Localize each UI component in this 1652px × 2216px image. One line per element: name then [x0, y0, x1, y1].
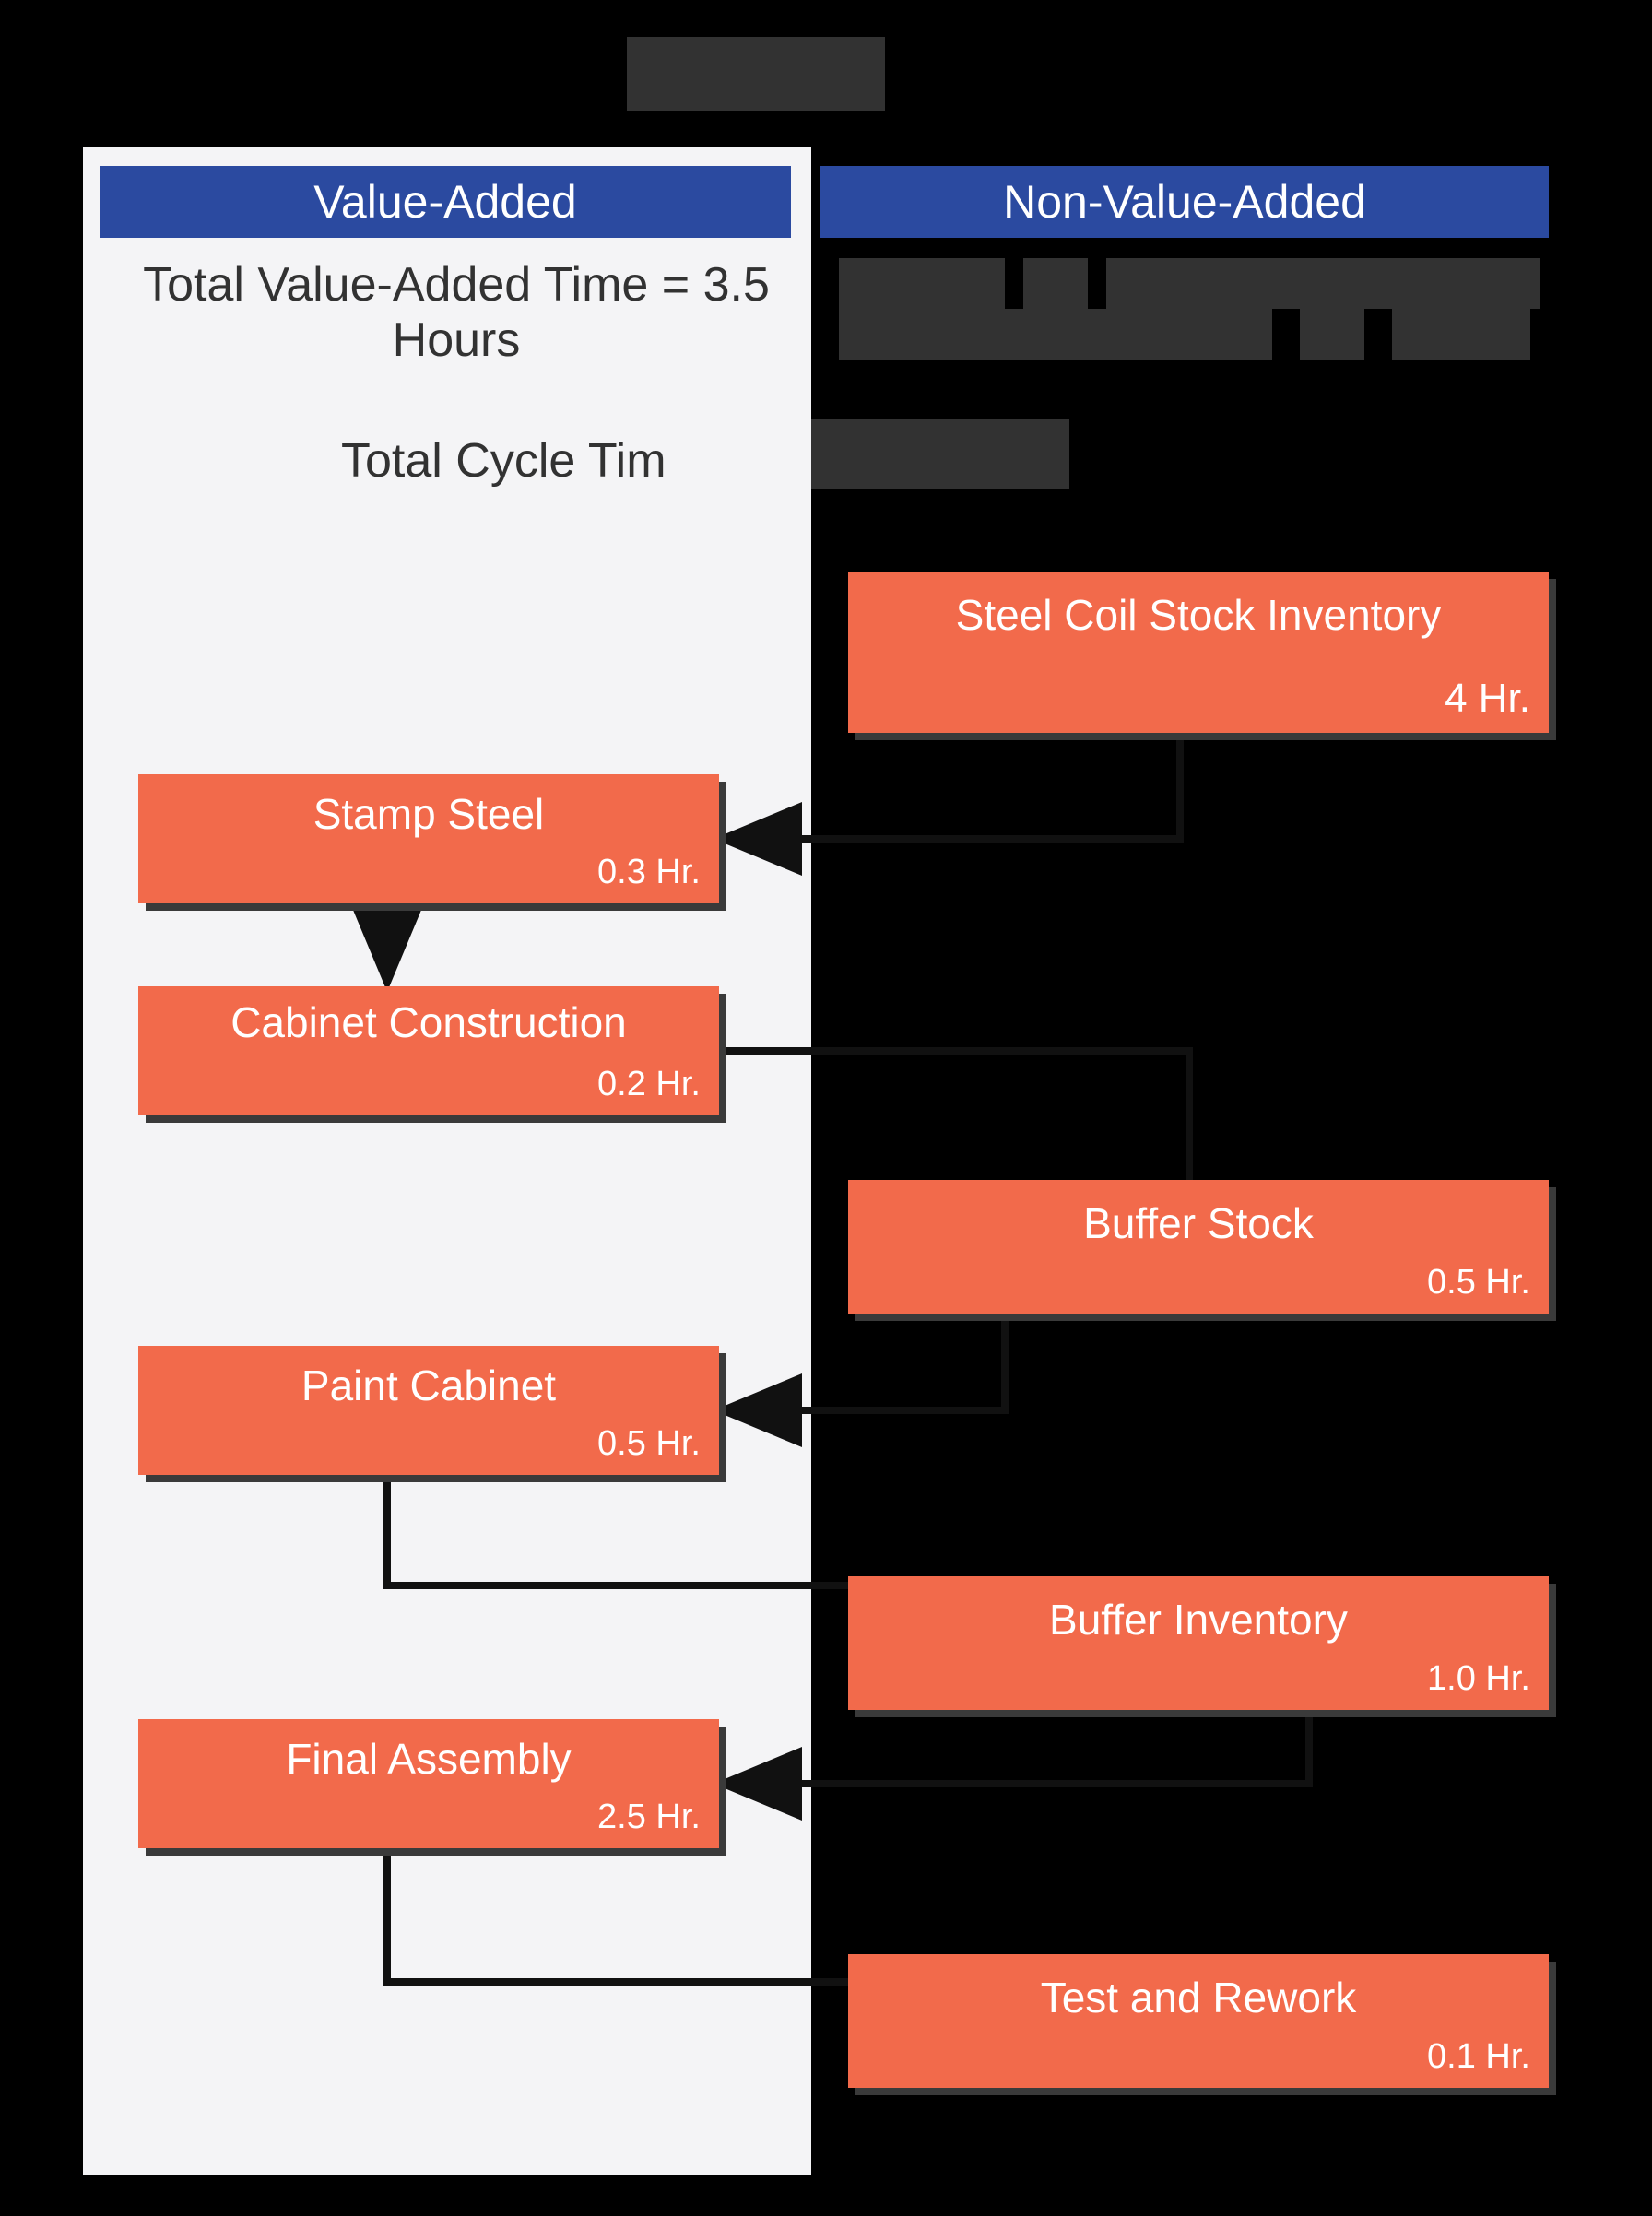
- box-steel-coil-stock-inventory: Steel Coil Stock Inventory 4 Hr.: [848, 572, 1549, 733]
- box-test-and-rework: Test and Rework 0.1 Hr.: [848, 1954, 1549, 2088]
- box-time: 2.5 Hr.: [597, 1798, 701, 1837]
- box-stamp-steel: Stamp Steel 0.3 Hr.: [138, 774, 719, 903]
- summary-total-cycle: Total Cycle Tim: [341, 433, 667, 489]
- column-header-value-added: Value-Added: [100, 166, 791, 238]
- box-cabinet-construction: Cabinet Construction 0.2 Hr.: [138, 986, 719, 1115]
- box-label: Cabinet Construction: [138, 999, 719, 1046]
- box-time: 0.5 Hr.: [597, 1424, 701, 1464]
- box-label: Final Assembly: [138, 1736, 719, 1783]
- obscured-total-cycle-value: [811, 419, 1069, 489]
- box-time: 0.3 Hr.: [597, 853, 701, 892]
- box-label: Paint Cabinet: [138, 1362, 719, 1409]
- box-buffer-inventory: Buffer Inventory 1.0 Hr.: [848, 1576, 1549, 1710]
- box-time: 0.5 Hr.: [1427, 1263, 1530, 1302]
- box-label: Buffer Stock: [848, 1200, 1549, 1247]
- box-final-assembly: Final Assembly 2.5 Hr.: [138, 1719, 719, 1848]
- diagram-panel: Value-Added Non-Value-Added Total Value-…: [83, 147, 1558, 2175]
- box-label: Buffer Inventory: [848, 1597, 1549, 1644]
- summary-value-added: Total Value-Added Time = 3.5 Hours: [120, 258, 793, 369]
- diagram-canvas: Value-Added Non-Value-Added Total Value-…: [0, 0, 1652, 2216]
- box-time: 4 Hr.: [1445, 676, 1530, 722]
- obscured-summary-right: [839, 258, 1540, 415]
- column-header-non-value-added: Non-Value-Added: [820, 166, 1549, 238]
- obscured-header-block: [627, 37, 885, 111]
- box-label: Test and Rework: [848, 1974, 1549, 2022]
- box-label: Stamp Steel: [138, 791, 719, 838]
- box-time: 0.2 Hr.: [597, 1065, 701, 1104]
- box-label: Steel Coil Stock Inventory: [848, 592, 1549, 639]
- box-buffer-stock: Buffer Stock 0.5 Hr.: [848, 1180, 1549, 1314]
- box-paint-cabinet: Paint Cabinet 0.5 Hr.: [138, 1346, 719, 1475]
- box-time: 0.1 Hr.: [1427, 2037, 1530, 2077]
- box-time: 1.0 Hr.: [1427, 1659, 1530, 1699]
